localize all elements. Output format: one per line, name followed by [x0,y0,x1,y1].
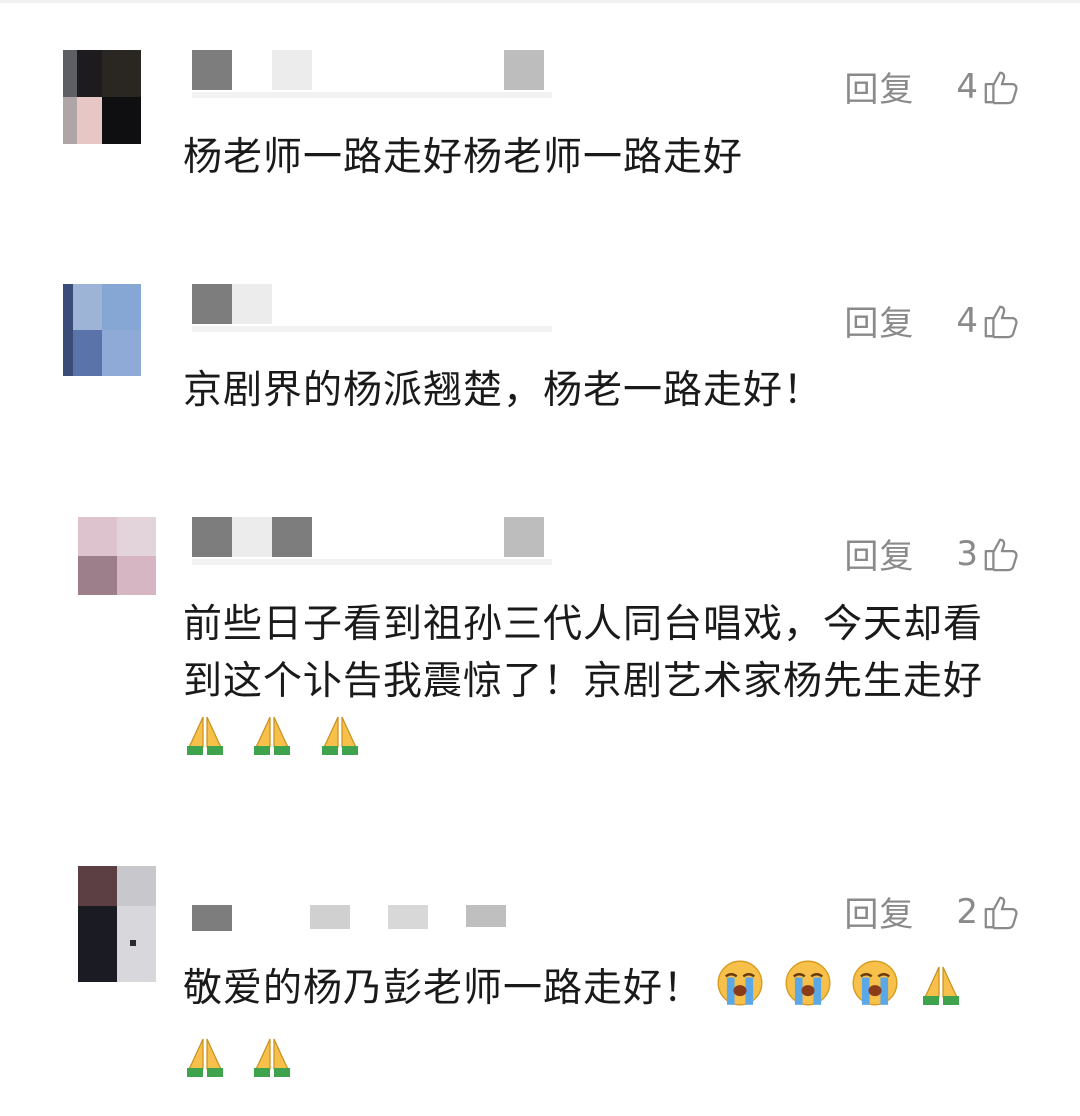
folded-hands-emoji-icon [922,966,959,1005]
loudly-crying-face-emoji-icon [717,960,763,1006]
folded-hands-emoji-icon [321,716,358,755]
avatar[interactable] [63,50,141,144]
reply-button[interactable]: 回复 [844,529,914,578]
thumb-up-icon[interactable] [982,893,1020,931]
thumb-up-icon[interactable] [982,302,1020,340]
loudly-crying-face-emoji-icon [785,960,831,1006]
like-count: 3 [956,533,978,574]
comment-text: 杨老师一路走好杨老师一路走好 [183,135,744,180]
top-divider [0,0,1080,3]
comment-text: 京剧界的杨派翘楚，杨老一路走好！ [183,368,824,413]
comment-actions: 回复 4 [844,62,1020,111]
reply-button[interactable]: 回复 [844,62,914,111]
reply-button[interactable]: 回复 [844,887,914,936]
like-count: 4 [956,66,978,107]
folded-hands-emoji-icon [187,716,223,755]
avatar[interactable] [78,517,156,595]
reply-button[interactable]: 回复 [844,296,914,345]
comment-actions: 回复 3 [844,529,1020,578]
loudly-crying-face-emoji-icon [852,960,898,1006]
avatar[interactable] [78,866,156,982]
avatar[interactable] [63,284,141,376]
folded-hands-emoji-icon [187,1038,223,1077]
comment-actions: 回复 4 [844,296,1020,345]
comment-text: 前些日子看到祖孙三代人同台唱戏，今天却看到这个讣告我震惊了！京剧艺术家杨先生走好 [183,596,1003,767]
like-count: 4 [956,300,978,341]
comment-text: 敬爱的杨乃彭老师一路走好！ [183,953,1013,1097]
thumb-up-icon[interactable] [982,68,1020,106]
comment-actions: 回复 2 [844,887,1020,936]
like-count: 2 [956,891,978,932]
thumb-up-icon[interactable] [982,535,1020,573]
folded-hands-emoji-icon [254,1038,291,1077]
folded-hands-emoji-icon [254,716,291,755]
